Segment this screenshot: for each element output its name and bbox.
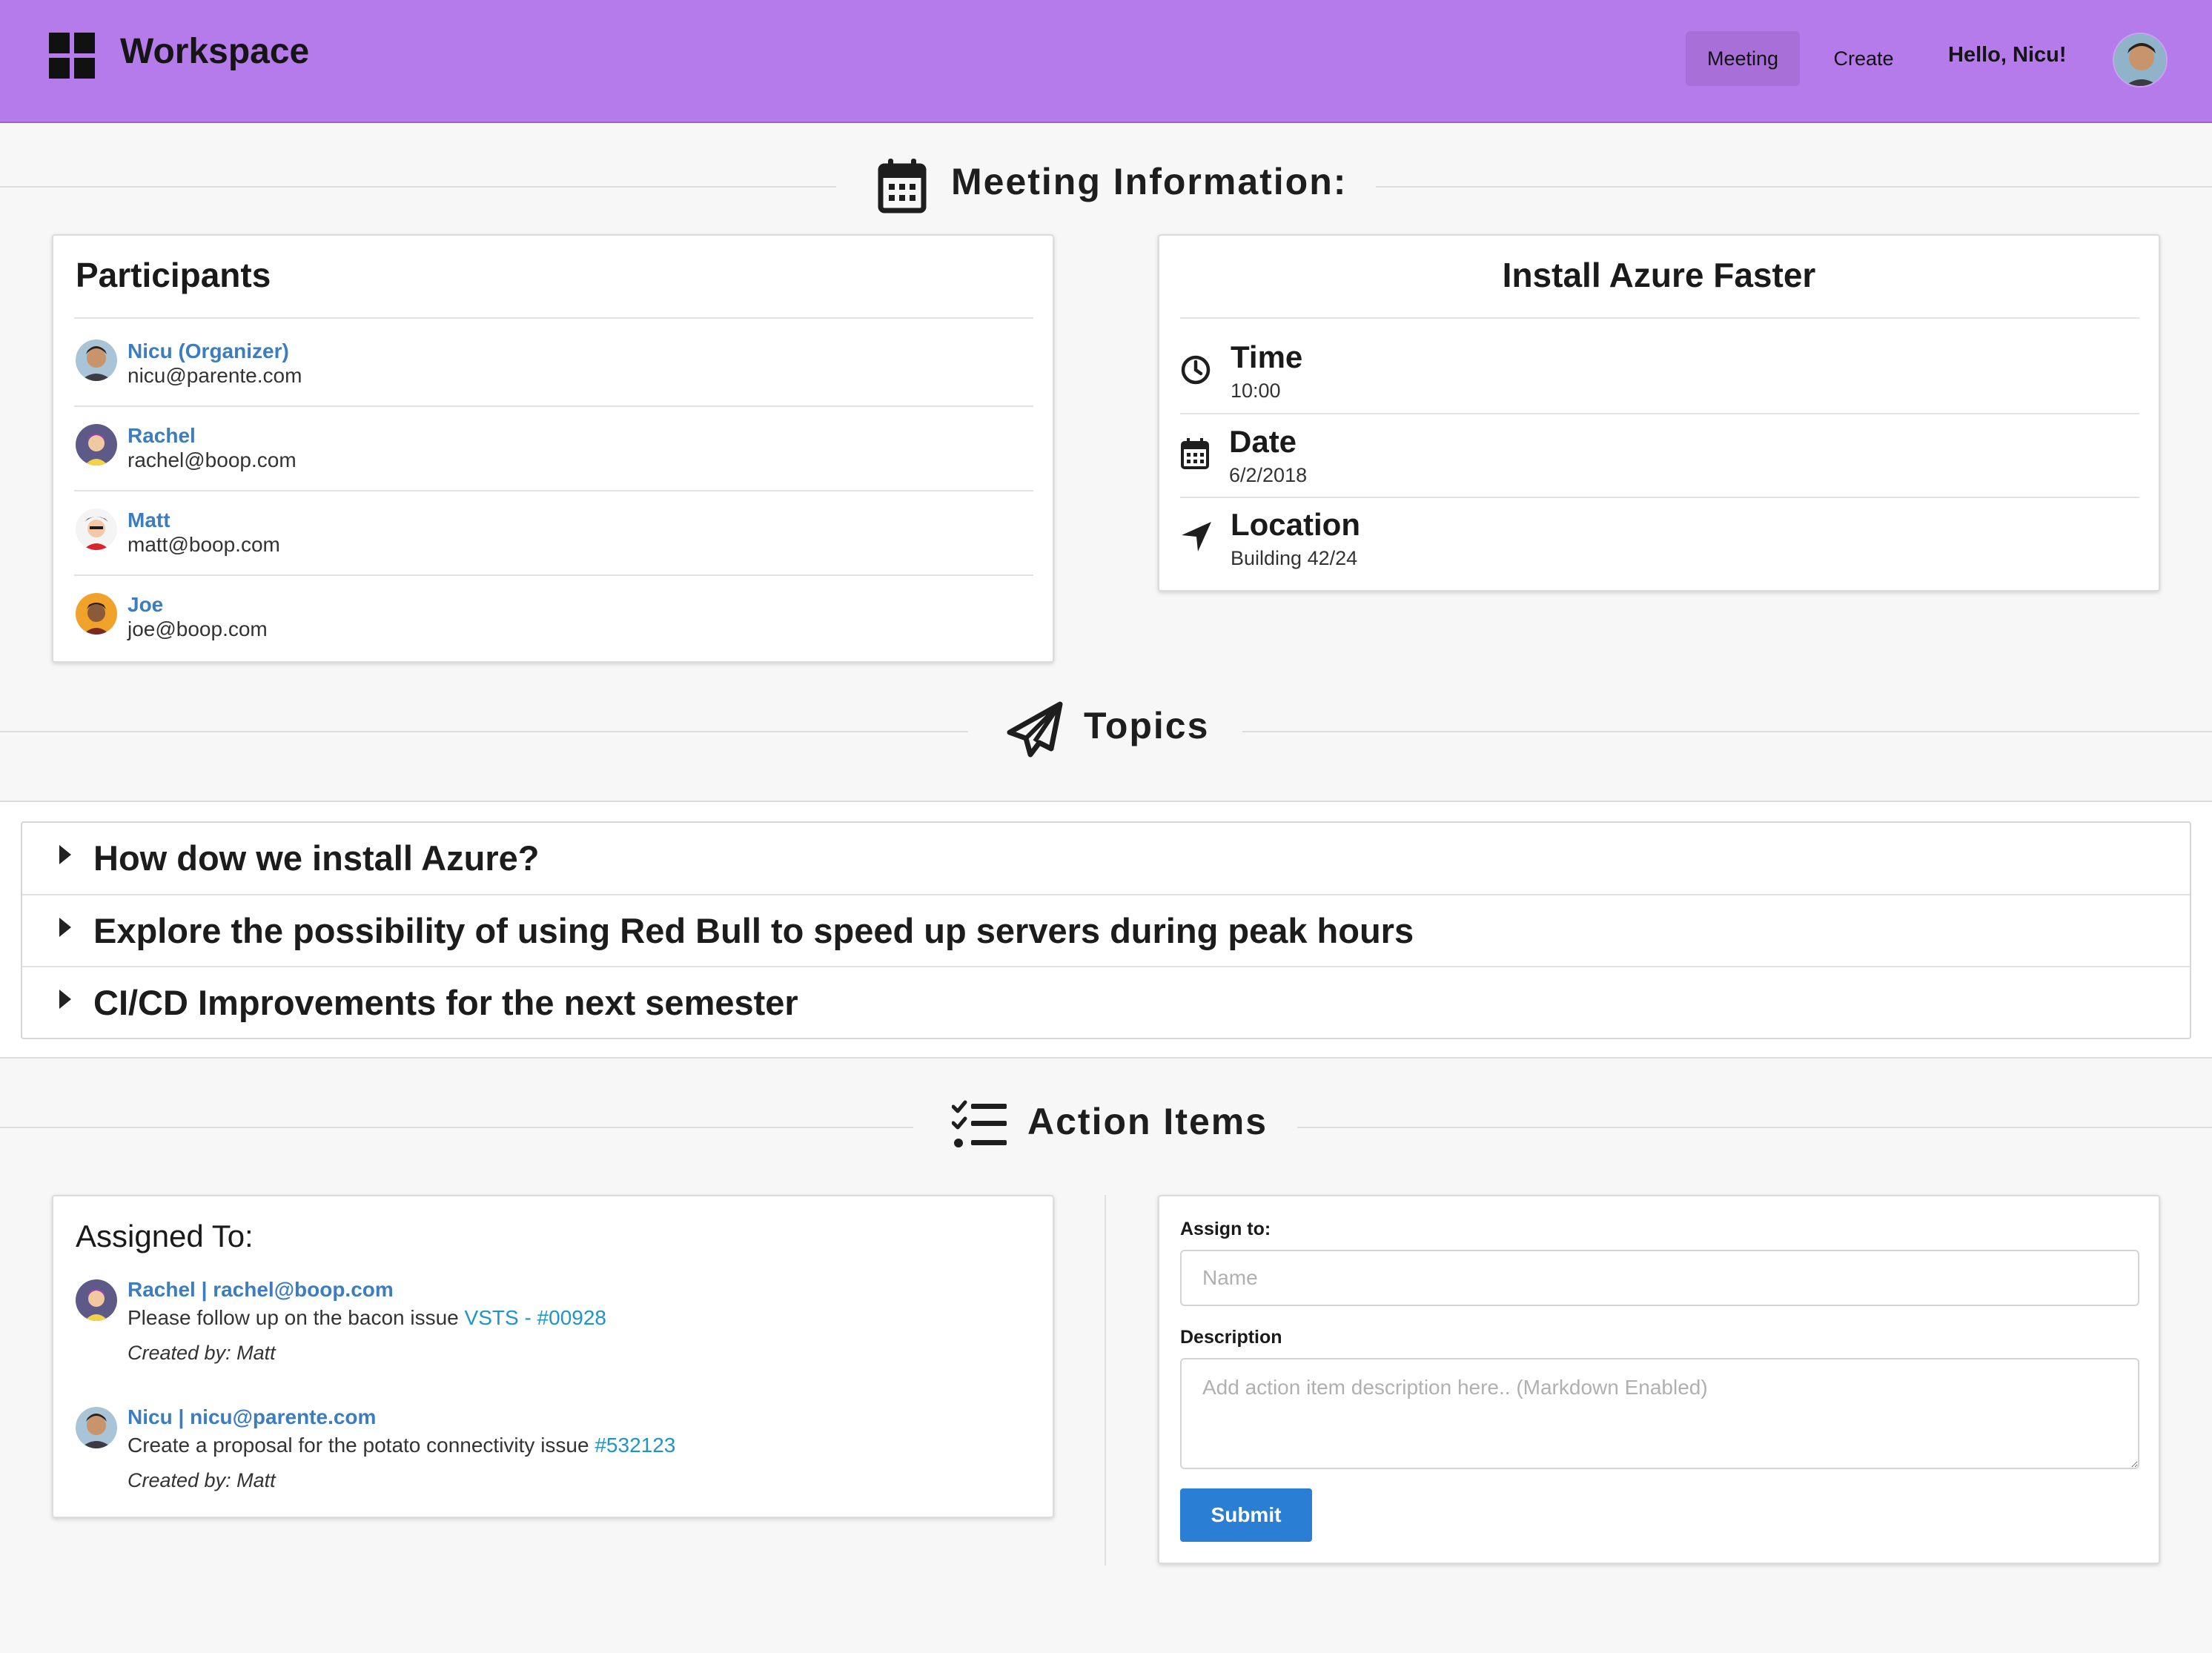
created-by: Created by: Matt xyxy=(128,1342,276,1364)
participant-email: nicu@parente.com xyxy=(128,364,302,387)
avatar xyxy=(76,339,117,381)
windows-logo-icon[interactable] xyxy=(49,33,96,80)
section-divider-right xyxy=(1376,186,2212,188)
time-label: Time xyxy=(1231,339,1303,374)
section-divider-left xyxy=(0,1127,913,1128)
description-text: Create a proposal for the potato connect… xyxy=(128,1434,595,1457)
calendar-icon xyxy=(878,157,927,217)
column-divider xyxy=(1105,1195,1106,1566)
participant-name[interactable]: Rachel xyxy=(128,424,196,448)
divider xyxy=(74,317,1033,319)
participant-email: matt@boop.com xyxy=(128,533,280,556)
section-divider-left xyxy=(0,186,836,188)
avatar xyxy=(76,509,117,550)
meeting-title: Install Azure Faster xyxy=(1502,256,1816,294)
location-arrow-icon xyxy=(1180,520,1213,557)
section-divider-right xyxy=(1242,731,2212,732)
user-avatar[interactable] xyxy=(2113,33,2168,87)
location-value: Building 42/24 xyxy=(1231,547,1358,569)
section-divider-left xyxy=(0,731,968,732)
assigned-to-title: Assigned To: xyxy=(76,1219,254,1253)
divider xyxy=(1180,413,2139,414)
participant-name[interactable]: Nicu (Organizer) xyxy=(128,339,289,363)
brand-title[interactable]: Workspace xyxy=(120,31,309,72)
action-item-description: Create a proposal for the potato connect… xyxy=(128,1434,675,1457)
section-divider-right xyxy=(1297,1127,2212,1128)
assignee-name[interactable]: Nicu | nicu@parente.com xyxy=(128,1405,376,1429)
divider xyxy=(74,574,1033,576)
participants-card: Participants Nicu (Organizer) nicu@paren… xyxy=(52,234,1054,663)
divider xyxy=(1180,497,2139,498)
topic-title[interactable]: CI/CD Improvements for the next semester xyxy=(93,982,798,1023)
page: Workspace Meeting Create Hello, Nicu! Me… xyxy=(0,0,2212,1653)
nav-meeting-button[interactable]: Meeting xyxy=(1686,31,1800,86)
topics-accordion: How dow we install Azure? Explore the po… xyxy=(21,821,2191,1039)
participant-name[interactable]: Joe xyxy=(128,593,163,617)
task-list-icon xyxy=(951,1100,1008,1153)
participant-email: rachel@boop.com xyxy=(128,448,297,471)
caret-right-icon[interactable] xyxy=(59,845,71,864)
topic-item[interactable]: CI/CD Improvements for the next semester xyxy=(22,966,2190,1037)
avatar xyxy=(76,424,117,466)
action-item-description: Please follow up on the bacon issue VSTS… xyxy=(128,1306,606,1330)
topic-title[interactable]: Explore the possibility of using Red Bul… xyxy=(93,910,1414,951)
topic-item[interactable]: How dow we install Azure? xyxy=(22,823,2190,894)
issue-link[interactable]: VSTS - #00928 xyxy=(465,1306,606,1329)
issue-link[interactable]: #532123 xyxy=(595,1434,675,1457)
calendar-icon xyxy=(1180,437,1210,474)
new-action-item-card: Assign to: Description Submit xyxy=(1158,1195,2160,1564)
avatar xyxy=(76,1407,117,1448)
date-label: Date xyxy=(1229,424,1297,459)
location-label: Location xyxy=(1231,507,1360,542)
meeting-info-heading: Meeting Information: xyxy=(951,161,1348,202)
created-by: Created by: Matt xyxy=(128,1469,276,1491)
assign-to-input[interactable] xyxy=(1180,1250,2139,1306)
top-navbar: Workspace Meeting Create Hello, Nicu! xyxy=(0,0,2212,123)
clock-icon xyxy=(1180,354,1211,389)
description-text: Please follow up on the bacon issue xyxy=(128,1306,465,1329)
user-greeting: Hello, Nicu! xyxy=(1948,43,2067,67)
divider xyxy=(74,405,1033,407)
action-items-heading: Action Items xyxy=(1027,1101,1268,1142)
nav-create-button[interactable]: Create xyxy=(1815,31,1913,86)
participant-email: joe@boop.com xyxy=(128,617,268,640)
assign-to-label: Assign to: xyxy=(1180,1219,1271,1239)
avatar xyxy=(76,593,117,635)
topic-item[interactable]: Explore the possibility of using Red Bul… xyxy=(22,894,2190,965)
divider xyxy=(1180,317,2139,319)
description-textarea[interactable] xyxy=(1180,1358,2139,1469)
topic-title[interactable]: How dow we install Azure? xyxy=(93,838,539,878)
meeting-details-card: Install Azure Faster Time 10:00 Date 6/2… xyxy=(1158,234,2160,592)
caret-right-icon[interactable] xyxy=(59,990,71,1009)
description-label: Description xyxy=(1180,1327,1282,1348)
assigned-to-card: Assigned To: Rachel | rachel@boop.com Pl… xyxy=(52,1195,1054,1518)
time-value: 10:00 xyxy=(1231,380,1281,402)
topics-panel: How dow we install Azure? Explore the po… xyxy=(0,801,2212,1059)
divider xyxy=(74,490,1033,491)
participant-name[interactable]: Matt xyxy=(128,509,170,532)
topics-heading: Topics xyxy=(1084,705,1210,746)
caret-right-icon[interactable] xyxy=(59,918,71,937)
avatar xyxy=(76,1279,117,1321)
assignee-name[interactable]: Rachel | rachel@boop.com xyxy=(128,1278,394,1302)
participants-title: Participants xyxy=(76,256,271,294)
submit-button[interactable]: Submit xyxy=(1180,1488,1312,1542)
date-value: 6/2/2018 xyxy=(1229,464,1308,486)
paper-plane-icon xyxy=(1005,701,1064,763)
